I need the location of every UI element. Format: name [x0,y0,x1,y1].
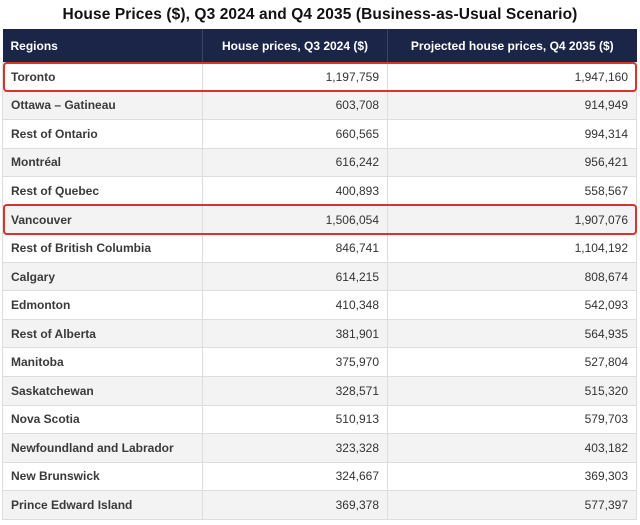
region-cell: Nova Scotia [2,404,203,435]
region-cell: Saskatchewan [2,376,203,406]
region-cell: Vancouver [2,204,203,235]
table-body: Toronto 1,197,759 1,947,160 Ottawa – Gatine… [2,62,637,520]
column-header-q4-2035: Projected house prices, Q4 2035 ($) [387,29,637,63]
price-q3-2024-cell: 1,197,759 [202,62,388,92]
price-q4-2035-cell: 542,093 [387,290,637,320]
table-row: Toronto 1,197,759 1,947,160 [2,62,637,92]
column-header-q3-2024: House prices, Q3 2024 ($) [202,29,388,63]
house-prices-table: Regions House prices, Q3 2024 ($) Projec… [2,29,637,520]
region-cell: New Brunswick [2,461,203,492]
price-q3-2024-cell: 614,215 [202,261,388,292]
region-cell: Montréal [2,147,203,178]
price-q3-2024-cell: 660,565 [202,119,388,149]
region-cell: Rest of Quebec [2,176,203,206]
region-cell: Rest of Ontario [2,119,203,149]
table-row: Manitoba 375,970 527,804 [2,347,637,378]
table-row: Saskatchewan 328,571 515,320 [2,376,637,406]
region-cell: Rest of Alberta [2,318,203,349]
price-q4-2035-cell: 1,947,160 [387,62,637,92]
price-q4-2035-cell: 1,104,192 [387,233,637,263]
price-q3-2024-cell: 510,913 [202,404,388,435]
price-q3-2024-cell: 324,667 [202,461,388,492]
price-q3-2024-cell: 369,378 [202,490,388,520]
table-row: Montréal 616,242 956,421 [2,147,637,178]
price-q4-2035-cell: 579,703 [387,404,637,435]
table-row: Calgary 614,215 808,674 [2,261,637,292]
table-row: Newfoundland and Labrador 323,328 403,182 [2,433,637,463]
region-cell: Toronto [2,62,203,92]
price-q3-2024-cell: 381,901 [202,318,388,349]
column-header-regions: Regions [2,29,203,63]
table-row: Ottawa – Gatineau 603,708 914,949 [2,90,637,121]
price-q3-2024-cell: 410,348 [202,290,388,320]
price-q3-2024-cell: 400,893 [202,176,388,206]
region-cell: Edmonton [2,290,203,320]
chart-title: House Prices ($), Q3 2024 and Q4 2035 (B… [62,6,578,23]
price-q4-2035-cell: 515,320 [387,376,637,406]
price-q4-2035-cell: 527,804 [387,347,637,378]
price-q3-2024-cell: 323,328 [202,433,388,463]
price-q3-2024-cell: 616,242 [202,147,388,178]
price-q3-2024-cell: 328,571 [202,376,388,406]
region-cell: Newfoundland and Labrador [2,433,203,463]
table-header-row: Regions House prices, Q3 2024 ($) Projec… [2,29,637,63]
region-cell: Prince Edward Island [2,490,203,520]
table-row: Prince Edward Island 369,378 577,397 [2,490,637,520]
price-q4-2035-cell: 558,567 [387,176,637,206]
price-q4-2035-cell: 1,907,076 [387,204,637,235]
price-q4-2035-cell: 994,314 [387,119,637,149]
table-row: New Brunswick 324,667 369,303 [2,461,637,492]
price-q4-2035-cell: 808,674 [387,261,637,292]
price-q3-2024-cell: 603,708 [202,90,388,121]
price-q3-2024-cell: 1,506,054 [202,204,388,235]
price-q3-2024-cell: 375,970 [202,347,388,378]
table-row: Rest of British Columbia 846,741 1,104,192 [2,233,637,263]
price-q4-2035-cell: 403,182 [387,433,637,463]
table-row: Edmonton 410,348 542,093 [2,290,637,320]
region-cell: Calgary [2,261,203,292]
price-q4-2035-cell: 914,949 [387,90,637,121]
price-q4-2035-cell: 956,421 [387,147,637,178]
table-row: Nova Scotia 510,913 579,703 [2,404,637,435]
price-q3-2024-cell: 846,741 [202,233,388,263]
table-row: Rest of Alberta 381,901 564,935 [2,318,637,349]
table-row: Rest of Ontario 660,565 994,314 [2,119,637,149]
price-q4-2035-cell: 577,397 [387,490,637,520]
table-row: Vancouver 1,506,054 1,907,076 [2,204,637,235]
region-cell: Rest of British Columbia [2,233,203,263]
price-q4-2035-cell: 564,935 [387,318,637,349]
table-row: Rest of Quebec 400,893 558,567 [2,176,637,206]
region-cell: Ottawa – Gatineau [2,90,203,121]
region-cell: Manitoba [2,347,203,378]
price-q4-2035-cell: 369,303 [387,461,637,492]
